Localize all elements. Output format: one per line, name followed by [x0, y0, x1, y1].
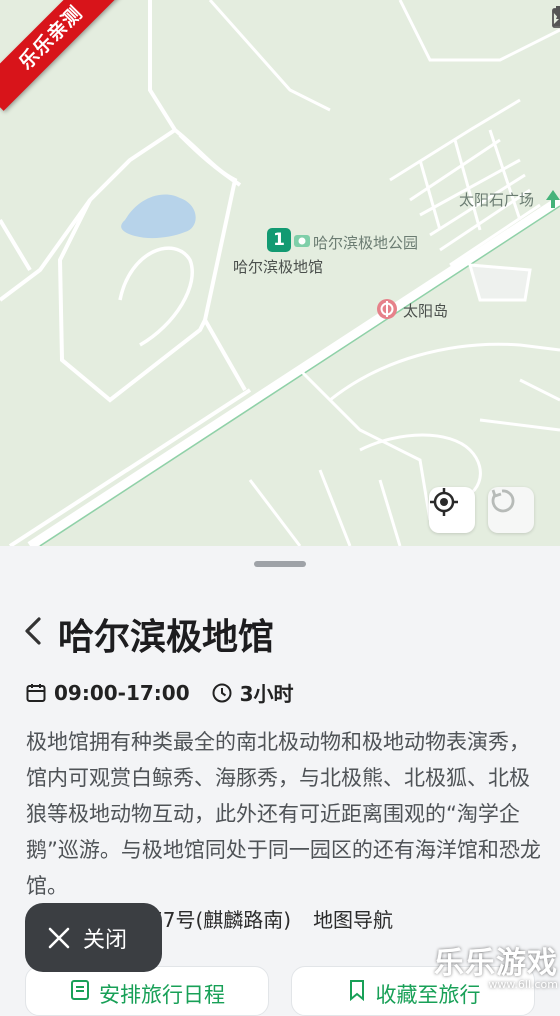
- visit-duration: 3小时: [239, 682, 294, 706]
- map-navigation-link[interactable]: 地图导航: [313, 904, 393, 933]
- clock-icon: [212, 683, 232, 702]
- watermark-brand: 乐乐游戏: [434, 946, 558, 981]
- close-label: 关闭: [83, 927, 128, 953]
- park-number-badge: 1: [267, 228, 291, 252]
- camera-icon: [294, 235, 310, 247]
- detail-sheet: 哈尔滨极地馆 09:00-17:00 3小时 极地馆拥有种类最全的南北极动物和极…: [0, 546, 560, 1016]
- close-toast-button[interactable]: 关闭: [25, 903, 162, 972]
- island-label[interactable]: 太阳岛: [403, 300, 448, 321]
- plan-itinerary-label: 安排旅行日程: [99, 983, 225, 1007]
- battery-icon: [552, 6, 560, 28]
- close-icon: [48, 927, 70, 948]
- map-view[interactable]: 乐乐亲测 太阳石广场 1 哈尔滨极地公园 哈尔滨极地馆 太阳岛: [0, 0, 560, 546]
- hours-item: 09:00-17:00: [26, 681, 190, 705]
- itinerary-icon: [71, 980, 89, 1000]
- site-watermark: 乐乐游戏 www.6ll.com: [434, 938, 558, 991]
- locate-button[interactable]: [429, 487, 475, 533]
- park-tree-icon: [546, 190, 560, 208]
- description-text: 极地馆拥有种类最全的南北极动物和极地动物表演秀，馆内可观赏白鲸秀、海豚秀，与北极…: [26, 730, 541, 898]
- page-title: 哈尔滨极地馆: [58, 617, 275, 658]
- plaza-label: 太阳石广场: [459, 191, 535, 209]
- calendar-icon: [26, 683, 46, 702]
- bookmark-icon: [349, 980, 364, 1001]
- park-label[interactable]: 哈尔滨极地公园: [313, 232, 418, 253]
- reset-view-button[interactable]: [488, 487, 534, 533]
- back-arrow-icon[interactable]: [22, 616, 44, 646]
- locate-icon: [430, 488, 458, 516]
- opening-hours: 09:00-17:00: [54, 680, 190, 705]
- info-row: 09:00-17:00 3小时: [26, 678, 316, 707]
- metro-station-icon: [377, 299, 397, 319]
- sheet-drag-handle[interactable]: [254, 561, 306, 567]
- refresh-icon: [491, 489, 515, 513]
- duration-item: 3小时: [212, 678, 294, 707]
- museum-label[interactable]: 哈尔滨极地馆: [233, 256, 323, 277]
- plan-itinerary-button[interactable]: 安排旅行日程: [25, 966, 269, 1016]
